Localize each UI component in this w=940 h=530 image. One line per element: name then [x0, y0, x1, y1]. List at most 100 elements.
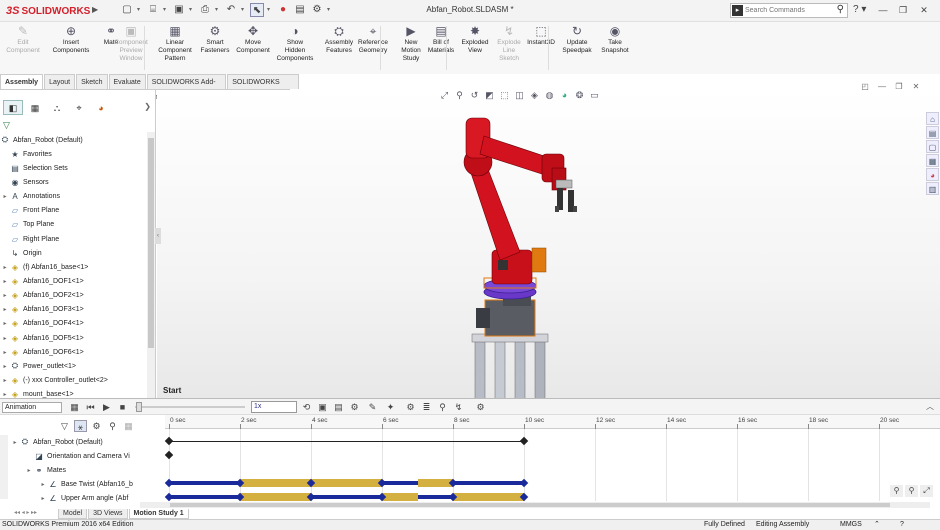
mate-change-bar[interactable] — [169, 495, 240, 499]
add-key-icon[interactable]: ✦ — [384, 401, 397, 413]
edit-component-button[interactable]: ✎ Edit Component — [2, 24, 44, 55]
playback-mode-icon[interactable]: ⟲ — [300, 401, 313, 413]
update-speedpak-button[interactable]: ↻ Update Speedpak — [556, 24, 598, 55]
undo-icon[interactable]: ↶ — [224, 3, 238, 17]
search-commands-box[interactable]: ▸ ⚲ — [730, 3, 848, 18]
study-type-select[interactable]: Animation — [2, 402, 62, 413]
filter-driving-icon[interactable]: ⚙ — [90, 420, 103, 432]
new-document-icon[interactable]: ▢ — [120, 3, 134, 17]
tree-root[interactable]: ⛭ Abfan_Robot (Default) — [0, 133, 146, 147]
expand-arrow-icon[interactable]: ▸ — [24, 467, 34, 474]
insert-components-button[interactable]: ⊕ Insert Components — [50, 24, 92, 55]
chevron-down-icon[interactable]: ▾ — [241, 3, 247, 17]
chevron-down-icon[interactable]: ▾ — [327, 3, 333, 17]
doc-tab-motion-study-1[interactable]: Motion Study 1 — [128, 509, 189, 519]
help-icon[interactable]: ? ▾ — [853, 4, 866, 15]
print-icon[interactable]: ⎙ — [198, 3, 212, 17]
tab-solidworks-add-ins[interactable]: SOLIDWORKS Add-Ins — [146, 74, 227, 101]
save-icon[interactable]: ▣ — [172, 3, 186, 17]
save-animation-icon[interactable]: ▣ — [316, 401, 329, 413]
doc-tab-model[interactable]: Model — [58, 509, 88, 519]
tree-item-abfan16-dof3-1[interactable]: ▸ ◈ Abfan16_DOF3<1> — [0, 303, 146, 317]
doc-tab-3d-views[interactable]: 3D Views — [88, 509, 128, 519]
expand-arrow-icon[interactable]: ▸ — [0, 278, 10, 285]
search-icon[interactable]: ⚲ — [837, 4, 844, 15]
zoom-to-fit-icon[interactable]: ⤢ — [438, 89, 451, 101]
filter-selected-icon[interactable]: ⚲ — [106, 420, 119, 432]
design-library-icon[interactable]: ▤ — [926, 126, 939, 139]
configuration-manager-tab-icon[interactable]: ⛬ — [47, 100, 67, 115]
viewport-minimize-icon[interactable]: — — [876, 82, 888, 94]
options-gear-icon[interactable]: ⚙ — [310, 3, 324, 17]
mate-change-bar[interactable] — [417, 479, 453, 487]
apply-scene-icon[interactable]: ❂ — [573, 89, 586, 101]
contact-icon[interactable]: ⚲ — [436, 401, 449, 413]
expand-arrow-icon[interactable]: ▸ — [0, 377, 10, 384]
search-scope-icon[interactable]: ▸ — [732, 5, 743, 16]
study-properties-icon[interactable]: ⚙ — [474, 401, 487, 413]
status-units[interactable]: MMGS — [840, 520, 862, 530]
open-folder-icon[interactable]: ⌸ — [146, 3, 160, 17]
tab-sketch[interactable]: Sketch — [76, 74, 108, 89]
calculate-icon[interactable]: ▦ — [68, 401, 81, 413]
camera-key-point[interactable] — [164, 450, 174, 460]
expand-arrow-icon[interactable]: ▸ — [38, 481, 48, 488]
expand-arrow-icon[interactable]: ▸ — [0, 292, 10, 299]
view-settings-icon[interactable]: ▭ — [588, 89, 601, 101]
expand-arrow-icon[interactable]: ▸ — [10, 439, 20, 446]
chevron-down-icon[interactable]: ▾ — [267, 3, 273, 17]
chevron-down-icon[interactable]: ▾ — [189, 3, 195, 17]
section-view-icon[interactable]: ◩ — [483, 89, 496, 101]
chevron-down-icon[interactable]: ▾ — [137, 3, 143, 17]
viewport-split-icon[interactable]: ◰ — [859, 82, 871, 94]
search-input[interactable] — [745, 5, 831, 16]
view-palette-icon[interactable]: ▦ — [926, 154, 939, 167]
file-properties-icon[interactable]: ▤ — [293, 3, 307, 17]
tab-evaluate[interactable]: Evaluate — [108, 74, 146, 89]
home-icon[interactable]: ⌂ — [926, 112, 939, 125]
tree-item-favorites[interactable]: ★ Favorites — [0, 147, 146, 161]
time-ruler[interactable]: 0 sec 2 sec 4 sec 6 sec 8 sec 10 sec 12 sec 14 … — [165, 415, 940, 429]
tree-item-right-plane[interactable]: ▱ Right Plane — [0, 232, 146, 246]
view-orientation-icon[interactable]: ◫ — [513, 89, 526, 101]
restore-button[interactable]: ❐ — [896, 3, 910, 17]
timeline[interactable]: 0 sec 2 sec 4 sec 6 sec 8 sec 10 sec 12 sec 14 … — [164, 415, 940, 502]
mate-change-bar[interactable] — [240, 493, 311, 501]
mate-change-bar[interactable] — [453, 493, 524, 501]
filter-icon[interactable]: ▽ — [58, 420, 71, 432]
zoom-out-time-icon[interactable]: ⚲ — [905, 485, 918, 497]
linear-component-pattern-button[interactable]: ▦ Linear Component Pattern — [154, 24, 196, 63]
hide-show-items-icon[interactable]: ◍ — [543, 89, 556, 101]
appearances-icon[interactable]: ◕ — [926, 168, 939, 181]
mate-change-bar[interactable] — [311, 495, 382, 499]
smart-fasteners-button[interactable]: ⚙ Smart Fasteners — [194, 24, 236, 55]
motion-item-abfan-robot-default[interactable]: ▸ ⛭ Abfan_Robot (Default) — [0, 435, 138, 449]
expand-arrow-icon[interactable]: ▸ — [0, 335, 10, 342]
mate-change-bar[interactable] — [417, 495, 453, 499]
select-arrow-icon[interactable]: ⬉ — [250, 3, 264, 17]
time-slider-thumb[interactable] — [136, 402, 142, 412]
play-icon[interactable]: ▶ — [100, 401, 113, 413]
mate-change-bar[interactable] — [169, 481, 240, 485]
tree-item-abfan16-dof2-1[interactable]: ▸ ◈ Abfan16_DOF2<1> — [0, 289, 146, 303]
timeline-scroll-thumb[interactable] — [170, 503, 890, 507]
time-slider-track[interactable] — [135, 406, 245, 408]
menu-expand-icon[interactable]: ▶ — [92, 5, 98, 14]
chevron-down-icon[interactable]: ▾ — [163, 3, 169, 17]
tree-item-front-plane[interactable]: ▱ Front Plane — [0, 204, 146, 218]
close-button[interactable]: ✕ — [917, 3, 931, 17]
custom-properties-icon[interactable]: ▥ — [926, 182, 939, 195]
tree-item-f-abfan16-base-1[interactable]: ▸ ◈ (f) Abfan16_base<1> — [0, 260, 146, 274]
spring-icon[interactable]: ≣ — [420, 401, 433, 413]
expand-arrow-icon[interactable]: ▸ — [0, 349, 10, 356]
tree-item-xxx-controller-outlet-2[interactable]: ▸ ◈ (-) xxx Controller_outlet<2> — [0, 373, 146, 387]
expand-arrow-icon[interactable]: ▸ — [0, 306, 10, 313]
component-preview-window-button[interactable]: ▣ Component Preview Window — [110, 24, 152, 63]
expand-arrow-icon[interactable]: ▸ — [0, 193, 10, 200]
assembly-key-point[interactable] — [519, 436, 529, 446]
display-manager-tab-icon[interactable]: ◕ — [91, 100, 111, 115]
tab-layout[interactable]: Layout — [44, 74, 76, 89]
dimxpert-tab-icon[interactable]: ⌖ — [69, 100, 89, 115]
stop-icon[interactable]: ■ — [116, 401, 129, 413]
panel-expand-icon[interactable]: ❯ — [144, 102, 151, 111]
